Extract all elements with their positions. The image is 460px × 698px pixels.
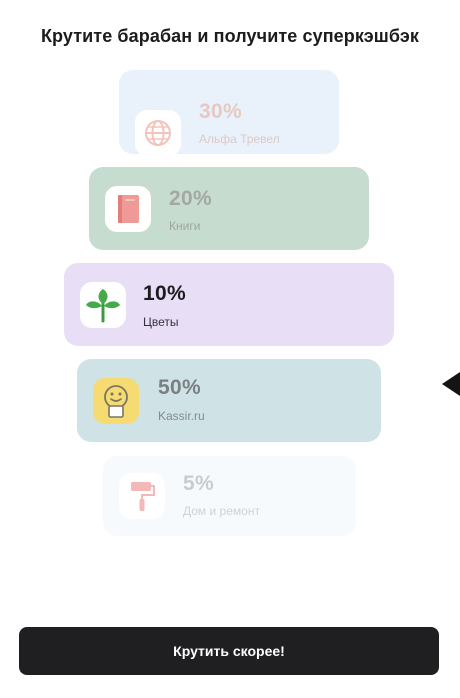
- cashback-drum[interactable]: 30% Альфа Тревел 20% Книги 10% Цветы 50%…: [0, 60, 460, 560]
- globe-icon-box: [135, 110, 181, 156]
- category-name: Дом и ремонт: [183, 504, 260, 518]
- cashback-percent: 30%: [199, 100, 242, 123]
- drum-card-travel: 30% Альфа Тревел: [119, 70, 339, 156]
- page-title: Крутите барабан и получите суперкэшбэк: [40, 26, 420, 46]
- book-icon: [118, 194, 139, 223]
- smiley-ticket-icon-box: [93, 377, 139, 424]
- pointer-arrow-icon: [442, 372, 460, 396]
- drum-card-home-repair: 5% Дом и ремонт: [103, 456, 356, 536]
- category-name: Альфа Тревел: [199, 132, 280, 146]
- drum-card-books: 20% Книги: [89, 167, 369, 250]
- paint-roller-icon-box: [119, 473, 165, 519]
- book-icon-box: [105, 185, 151, 232]
- drum-card-kassir: 50% Kassir.ru: [77, 359, 381, 442]
- cashback-percent: 50%: [158, 376, 201, 399]
- sprout-icon: [86, 288, 120, 322]
- category-name: Цветы: [143, 315, 179, 329]
- globe-icon: [145, 120, 171, 146]
- category-name: Kassir.ru: [158, 409, 205, 423]
- smiley-ticket-icon: [104, 384, 128, 418]
- cashback-percent: 10%: [143, 282, 186, 305]
- sprout-icon-box: [80, 281, 126, 328]
- drum-card-flowers: 10% Цветы: [64, 263, 394, 346]
- cashback-percent: 20%: [169, 187, 212, 210]
- paint-roller-icon: [131, 482, 155, 511]
- page: Крутите барабан и получите суперкэшбэк 3…: [0, 0, 460, 698]
- category-name: Книги: [169, 219, 201, 233]
- cashback-percent: 5%: [183, 472, 214, 495]
- spin-button[interactable]: Крутить скорее!: [19, 627, 439, 675]
